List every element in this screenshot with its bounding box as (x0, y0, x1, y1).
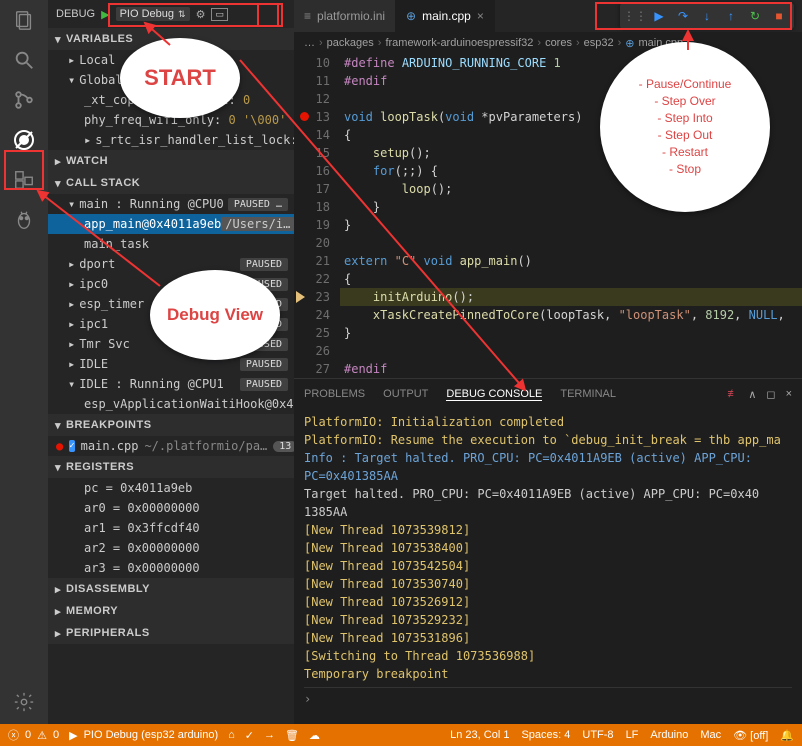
debug-toolbar: ⋮⋮ ▶ ↷ ↓ ↑ ↻ ■ (620, 3, 794, 29)
variables-tree: ▸Local ▾Global _xt_coproc_sa_offset: 0 p… (48, 50, 294, 150)
close-icon[interactable]: × (477, 9, 484, 23)
breakpoint-checkbox[interactable]: ✓ (69, 440, 74, 452)
editor-tabs: ≡platformio.ini ⊕main.cpp× ⋮⋮ ▶ ↷ ↓ ↑ ↻ … (294, 0, 802, 32)
restart-icon[interactable]: ↻ (744, 5, 766, 27)
var-row[interactable]: phy_freq_wifi_only: 0 '\000' (48, 110, 294, 130)
debug-console[interactable]: PlatformIO: Initialization completedPlat… (294, 409, 802, 724)
panel-tabs: PROBLEMS OUTPUT DEBUG CONSOLE TERMINAL ≡… (294, 379, 802, 409)
section-memory[interactable]: ▸MEMORY (48, 600, 294, 622)
section-peripherals[interactable]: ▸PERIPHERALS (48, 622, 294, 644)
extensions-icon[interactable] (12, 168, 36, 192)
step-over-icon[interactable]: ↷ (672, 5, 694, 27)
step-into-icon[interactable]: ↓ (696, 5, 718, 27)
thread-row[interactable]: ▾IDLE : Running @CPU1PAUSED (48, 374, 294, 394)
bottom-panel: PROBLEMS OUTPUT DEBUG CONSOLE TERMINAL ≡… (294, 378, 802, 724)
status-eol[interactable]: LF (626, 729, 639, 741)
continue-icon[interactable]: ▶ (648, 5, 670, 27)
debug-icon[interactable] (12, 128, 36, 152)
scm-icon[interactable] (12, 88, 36, 112)
frame-row[interactable]: main_task (48, 234, 294, 254)
tab-main-cpp[interactable]: ⊕main.cpp× (396, 0, 495, 32)
frame-row[interactable]: esp_vApplicationWaitiHook@0x4013 (48, 394, 294, 414)
registers-tree: pc = 0x4011a9ebar0 = 0x00000000ar1 = 0x3… (48, 478, 294, 578)
section-disassembly[interactable]: ▸DISASSEMBLY (48, 578, 294, 600)
frame-row[interactable]: app_main@0x4011a9eb/Users/i… (48, 214, 294, 234)
home-icon[interactable]: ⌂ (228, 729, 235, 741)
drag-handle-icon[interactable]: ⋮⋮ (624, 5, 646, 27)
thread-row[interactable]: ▸ipc1PAUSED (48, 314, 294, 334)
panel-maximize-icon[interactable]: ◻ (766, 388, 775, 401)
debug-label: DEBUG (56, 8, 95, 20)
breakpoint-row[interactable]: ● ✓ main.cpp ~/.platformio/pa… 13 (48, 436, 294, 456)
section-variables[interactable]: ▾VARIABLES (48, 28, 294, 50)
debug-console-toggle-icon[interactable]: ▭ (211, 8, 228, 21)
var-row[interactable]: ▸s_rtc_isr_handler_list_lock: {… (48, 130, 294, 150)
explorer-icon[interactable] (12, 8, 36, 32)
tab-problems[interactable]: PROBLEMS (304, 388, 365, 400)
status-os[interactable]: Mac (700, 729, 721, 741)
status-encoding[interactable]: UTF-8 (582, 729, 613, 741)
register-row[interactable]: ar1 = 0x3ffcdf40 (48, 518, 294, 538)
thread-row[interactable]: ▸Tmr SvcPAUSED (48, 334, 294, 354)
settings-gear-icon[interactable] (12, 690, 36, 714)
tab-output[interactable]: OUTPUT (383, 388, 428, 400)
status-position[interactable]: Ln 23, Col 1 (450, 729, 509, 741)
debug-config-select[interactable]: PIO Debug ⇅ (116, 7, 190, 21)
debug-settings-icon[interactable]: ⚙ (196, 8, 206, 21)
ini-icon: ≡ (304, 9, 311, 23)
status-language[interactable]: Arduino (650, 729, 688, 741)
status-preview[interactable]: 👁 [off] (733, 729, 768, 742)
breadcrumbs[interactable]: …› packages› framework-arduinoespressif3… (294, 32, 802, 54)
check-icon[interactable]: ✓ (245, 729, 254, 742)
scope-global[interactable]: ▾Global (48, 70, 294, 90)
clear-console-icon[interactable]: ≢ (727, 388, 738, 401)
code-editor[interactable]: 101112131415161718192021222324252627 #de… (294, 54, 802, 378)
register-row[interactable]: ar2 = 0x00000000 (48, 538, 294, 558)
status-spaces[interactable]: Spaces: 4 (521, 729, 570, 741)
platformio-icon[interactable] (12, 208, 36, 232)
section-breakpoints[interactable]: ▾BREAKPOINTS (48, 414, 294, 436)
var-row[interactable]: _xt_coproc_sa_offset: 0 (48, 90, 294, 110)
debug-header: DEBUG ▶ PIO Debug ⇅ ⚙ ▭ (48, 0, 294, 28)
tab-terminal[interactable]: TERMINAL (560, 388, 616, 400)
tab-platformio-ini[interactable]: ≡platformio.ini (294, 0, 396, 32)
thread-row[interactable]: ▾main : Running @CPU0PAUSED … (48, 194, 294, 214)
section-callstack[interactable]: ▾CALL STACK (48, 172, 294, 194)
scope-local[interactable]: ▸Local (48, 50, 294, 70)
step-out-icon[interactable]: ↑ (720, 5, 742, 27)
tab-debug-console[interactable]: DEBUG CONSOLE (446, 388, 542, 401)
upload-icon[interactable]: ☁ (309, 729, 320, 742)
register-row[interactable]: ar3 = 0x00000000 (48, 558, 294, 578)
start-debug-icon[interactable]: ▶ (101, 8, 109, 21)
thread-row[interactable]: ▸dportPAUSED (48, 254, 294, 274)
thread-row[interactable]: ▸ipc0PAUSED (48, 274, 294, 294)
bell-icon[interactable]: 🔔 (780, 729, 794, 742)
editor-area: ≡platformio.ini ⊕main.cpp× ⋮⋮ ▶ ↷ ↓ ↑ ↻ … (294, 0, 802, 724)
status-bar: ⓧ0⚠0 ▶PIO Debug (esp32 arduino) ⌂ ✓ → 🗑 … (0, 724, 802, 746)
trash-icon[interactable]: 🗑 (285, 729, 299, 742)
status-problems[interactable]: ⓧ0⚠0 (8, 727, 59, 743)
activity-bar (0, 0, 48, 724)
cpp-icon: ⊕ (406, 9, 416, 23)
register-row[interactable]: ar0 = 0x00000000 (48, 498, 294, 518)
status-launch[interactable]: ▶PIO Debug (esp32 arduino) (69, 729, 218, 742)
thread-row[interactable]: ▸IDLEPAUSED (48, 354, 294, 374)
thread-row[interactable]: ▸esp_timerPAUSED (48, 294, 294, 314)
debug-side-panel: DEBUG ▶ PIO Debug ⇅ ⚙ ▭ ▾VARIABLES ▸Loca… (48, 0, 294, 724)
panel-up-icon[interactable]: ∧ (748, 388, 756, 401)
arrow-right-icon[interactable]: → (264, 729, 275, 741)
register-row[interactable]: pc = 0x4011a9eb (48, 478, 294, 498)
callstack-tree: ▾main : Running @CPU0PAUSED …app_main@0x… (48, 194, 294, 414)
stop-icon[interactable]: ■ (768, 5, 790, 27)
section-watch[interactable]: ▸WATCH (48, 150, 294, 172)
section-registers[interactable]: ▾REGISTERS (48, 456, 294, 478)
panel-close-icon[interactable]: × (786, 388, 792, 401)
search-icon[interactable] (12, 48, 36, 72)
